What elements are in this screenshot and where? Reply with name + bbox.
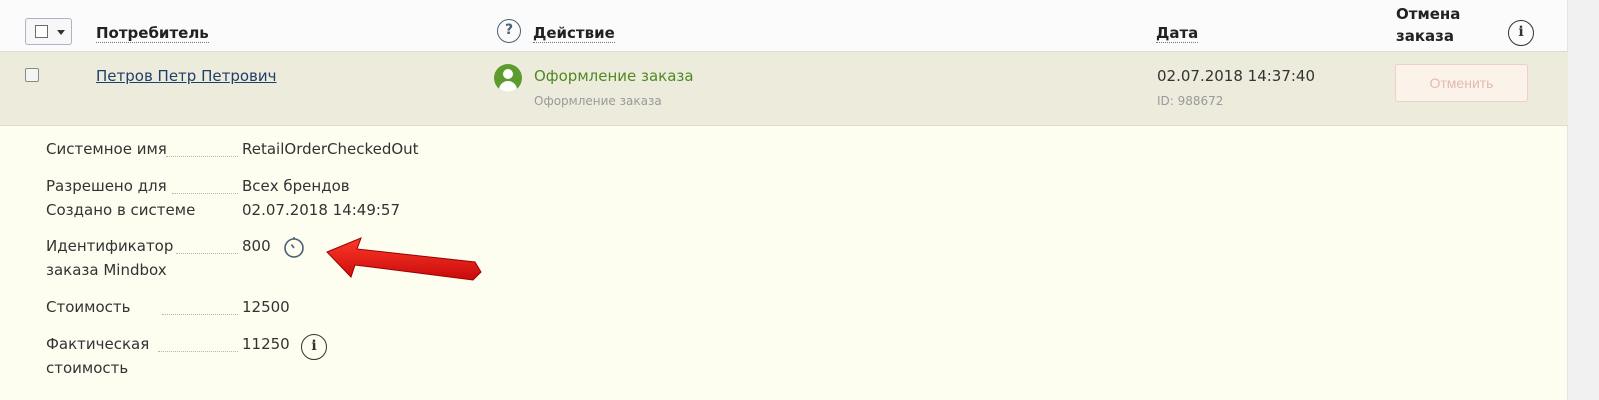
help-icon[interactable]: ? xyxy=(497,19,521,43)
created-label: Создано в системе xyxy=(46,201,196,219)
column-cancel-header-line2: заказа xyxy=(1396,27,1454,45)
cost-label: Стоимость xyxy=(46,298,131,316)
actual-cost-label-line2: стоимость xyxy=(46,359,129,377)
action-id: ID: 988672 xyxy=(1157,94,1224,108)
dotted-leader xyxy=(162,314,238,315)
row-checkbox[interactable] xyxy=(25,68,39,82)
select-all-checkbox[interactable] xyxy=(35,25,48,38)
table-header: Потребитель ? Действие Дата Отмена заказ… xyxy=(0,0,1568,52)
system-name-label: Системное имя xyxy=(46,140,167,158)
cancel-order-button[interactable]: Отменить xyxy=(1395,64,1528,102)
timer-icon[interactable] xyxy=(282,235,306,259)
system-name-value: RetailOrderCheckedOut xyxy=(242,140,419,158)
allowed-for-label: Разрешено для xyxy=(46,177,167,195)
info-icon[interactable]: i xyxy=(301,334,327,360)
chevron-down-icon[interactable] xyxy=(57,30,65,35)
allowed-for-value: Всех брендов xyxy=(242,177,350,195)
avatar-body xyxy=(499,81,517,92)
order-id-label-line1: Идентификатор xyxy=(46,237,174,255)
created-value: 02.07.2018 14:49:57 xyxy=(242,201,401,219)
action-date: 02.07.2018 14:37:40 xyxy=(1157,67,1316,85)
dotted-leader xyxy=(176,253,238,254)
cost-value: 12500 xyxy=(242,298,290,316)
user-avatar-icon xyxy=(494,64,522,92)
action-subtitle: Оформление заказа xyxy=(534,94,662,108)
info-icon[interactable]: i xyxy=(1508,20,1534,46)
action-title: Оформление заказа xyxy=(534,67,694,85)
scrollbar[interactable] xyxy=(1567,0,1599,400)
actual-cost-value: 11250 xyxy=(242,335,290,353)
dotted-leader xyxy=(158,351,238,352)
column-action-header[interactable]: Действие xyxy=(533,24,615,43)
column-cancel-header: Отмена заказа xyxy=(1396,3,1476,47)
consumer-link[interactable]: Петров Петр Петрович xyxy=(96,67,276,85)
order-details: Системное имя RetailOrderCheckedOut Разр… xyxy=(0,126,1568,400)
dotted-leader xyxy=(172,193,238,194)
order-id-value: 800 xyxy=(242,237,271,255)
table-row[interactable]: Петров Петр Петрович Оформление заказа О… xyxy=(0,52,1568,126)
column-cancel-header-line1: Отмена xyxy=(1396,5,1461,23)
select-all-dropdown[interactable] xyxy=(25,18,72,45)
order-id-label-line2: заказа Mindbox xyxy=(46,261,167,279)
red-arrow-annotation xyxy=(326,237,482,281)
actual-cost-label-line1: Фактическая xyxy=(46,335,150,353)
avatar-head xyxy=(503,69,513,79)
column-date-header[interactable]: Дата xyxy=(1156,24,1199,43)
dotted-leader xyxy=(166,156,238,157)
column-consumer-header[interactable]: Потребитель xyxy=(96,24,209,43)
